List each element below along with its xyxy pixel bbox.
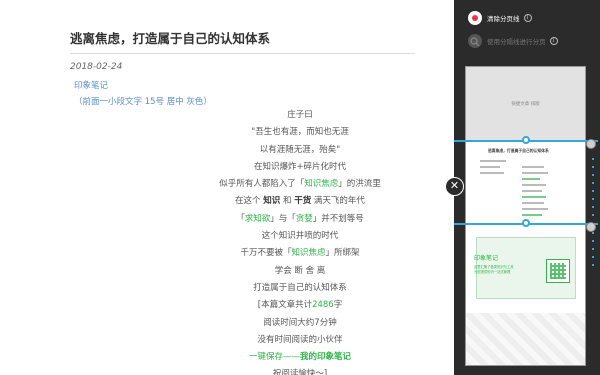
poem-line: 祝阅读愉快～]	[272, 369, 328, 375]
poem-line: 在知识爆炸+碎片化时代	[253, 161, 347, 172]
poem-line: "吾生也有涯，而知也无涯	[251, 127, 349, 138]
close-icon[interactable]: ✕	[445, 177, 464, 196]
poem-line: 学会 断 舍 离	[274, 265, 326, 276]
text-segment: 和	[282, 196, 292, 207]
bold-text: 干货	[294, 196, 312, 207]
rail-dot	[592, 174, 594, 176]
preview-text-line	[480, 160, 506, 162]
preview-text-line	[522, 208, 548, 210]
text-segment: 在这个	[235, 196, 261, 207]
rail-dot	[592, 264, 594, 266]
text-segment: 「	[236, 213, 245, 224]
text-segment: 」并不划等号	[312, 213, 364, 224]
rail-dot	[592, 158, 594, 160]
text-segment: 」的洪流里	[338, 179, 381, 190]
rail-dot	[592, 198, 594, 200]
highlight-text: 知识焦虑	[304, 179, 339, 190]
style-note: （前面一小段文字 15号 居中 灰色）	[74, 97, 212, 107]
word-count: 2486	[312, 300, 334, 311]
preview-text-line	[522, 172, 548, 174]
article-area: 逃离焦虑，打造属于自己的认知体系 2018-02-24 印象笔记 （前面一小段文…	[0, 0, 454, 375]
preview-footer: 印象笔记 这里汇集了各类知识与工具 为您提供知识一站式管理	[466, 225, 585, 365]
preview-text-line	[522, 214, 542, 216]
text-segment: 」所绑架	[325, 248, 360, 259]
poem-block: 庄子曰 "吾生也有涯，而知也无涯 以有涯随无涯，殆矣" 在知识爆炸+碎片化时代 …	[200, 107, 400, 375]
split-handle[interactable]	[522, 136, 530, 144]
poem-line: 在这个 知识 和 干货 满天飞的年代	[200, 193, 400, 210]
article-source[interactable]: 印象笔记	[74, 79, 108, 91]
record-toggle-icon[interactable]	[468, 11, 482, 25]
rail-dot	[592, 190, 594, 192]
scroll-knob[interactable]	[586, 139, 596, 149]
option-label: 使用分隔线进行分页	[487, 38, 546, 46]
scroll-rail[interactable]	[592, 140, 594, 290]
use-divider-option[interactable]: 使用分隔线进行分页 i	[468, 34, 558, 48]
info-icon[interactable]: i	[549, 37, 558, 45]
poem-line: 阅读时间大约7分钟	[263, 317, 337, 328]
poem-line: 「求知欲」与「贪婪」并不划等号	[200, 211, 400, 228]
text-segment: 千万不要被「	[240, 248, 292, 259]
rail-dot	[592, 166, 594, 168]
poem-line: [本篇文章共计2486字	[200, 297, 400, 314]
poem-line: 千万不要被「知识焦虑」所绑架	[200, 245, 400, 262]
poem-line: 似乎所有人都陷入了「知识焦虑」的洪流里	[200, 176, 400, 193]
rail-dot	[592, 240, 594, 242]
preview-text-line	[522, 190, 542, 192]
option-label: 清除分页线	[487, 15, 520, 23]
highlight-text: 知识焦虑	[291, 248, 326, 259]
text-segment: 似乎所有人都陷入了「	[219, 179, 305, 190]
bold-text: 知识	[263, 196, 281, 207]
rail-dot	[592, 256, 594, 258]
poem-line: 这个知识井喷的时代	[261, 231, 339, 242]
rail-dot	[592, 214, 594, 216]
preview-header: 快捷文章 排版	[466, 67, 585, 140]
text-segment: 字	[333, 300, 343, 311]
title-divider	[70, 53, 415, 54]
preview-text-line	[522, 178, 540, 180]
article-title: 逃离焦虑，打造属于自己的认知体系	[70, 31, 271, 46]
split-handle[interactable]	[522, 219, 530, 227]
article-date: 2018-02-24	[70, 62, 123, 72]
text-segment: 满天飞的年代	[313, 196, 365, 207]
search-icon[interactable]	[468, 34, 482, 48]
poem-line: 一键保存——我的印象笔记	[200, 349, 400, 366]
scroll-knob[interactable]	[586, 222, 596, 232]
pagination-panel: 清除分页线 i 使用分隔线进行分页 i 快捷文章 排版 逃离焦虑，打造属于自己的…	[454, 0, 600, 375]
rail-dot	[592, 206, 594, 208]
qr-code-icon	[546, 259, 570, 283]
clear-split-lines-option[interactable]: 清除分页线 i	[468, 11, 532, 25]
poem-line: 没有时间阅读的小伙伴	[257, 334, 343, 345]
highlight-text: 贪婪	[295, 213, 313, 224]
preview-text-line	[522, 202, 544, 204]
text-segment: [本篇文章共计	[257, 300, 313, 311]
preview-text-line	[522, 184, 546, 186]
rail-dot	[592, 182, 594, 184]
preview-header-text: 快捷文章 排版	[511, 102, 540, 107]
preview-card-title: 印象笔记	[474, 255, 499, 262]
preview-text-line	[522, 166, 544, 168]
rail-dot	[592, 248, 594, 250]
poem-line: 以有涯随无涯，殆矣"	[259, 144, 341, 155]
preview-content: 逃离焦虑，打造属于自己的认知体系	[466, 140, 585, 225]
poem-line: 庄子曰	[287, 110, 313, 120]
preview-title: 逃离焦虑，打造属于自己的认知体系	[488, 148, 549, 153]
preview-card-text: 这里汇集了各类知识与工具 为您提供知识一站式管理	[474, 265, 514, 274]
preview-text-line	[480, 166, 500, 168]
info-icon[interactable]: i	[523, 14, 532, 22]
rail-dot	[592, 232, 594, 234]
preview-text-line	[522, 196, 546, 198]
evernote-link[interactable]: 我的印象笔记	[300, 352, 351, 362]
highlight-text: 求知欲	[244, 213, 271, 224]
poem-line: 打造属于自己的认知体系	[253, 282, 347, 293]
text-segment: 一键保存——	[248, 352, 300, 363]
text-segment: 」与「	[270, 213, 296, 224]
preview-pattern	[466, 313, 585, 365]
preview-text-line	[480, 172, 504, 174]
page-preview[interactable]: 快捷文章 排版 逃离焦虑，打造属于自己的认知体系 印象笔记 这里汇集了各类知识与…	[465, 66, 586, 366]
